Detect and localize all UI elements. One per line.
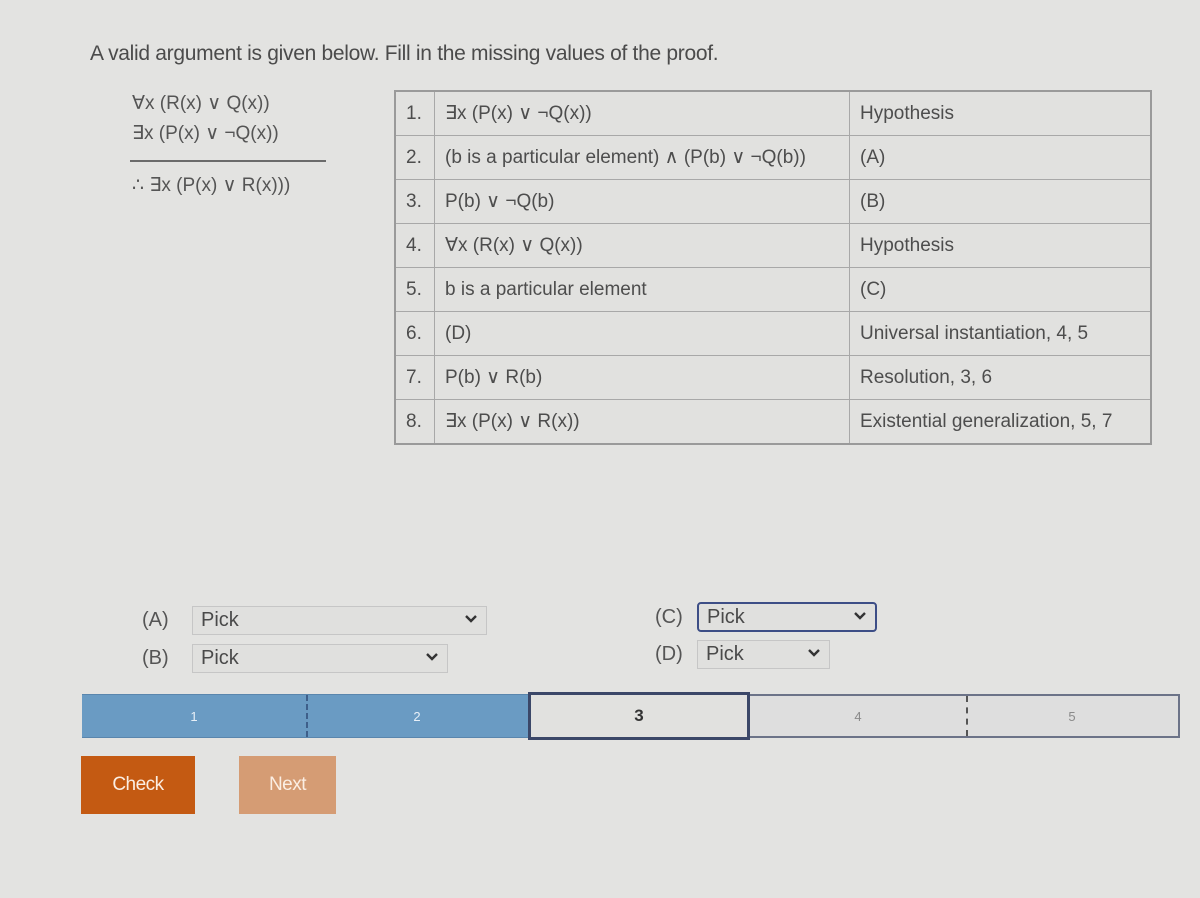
- progress-step-label: 1: [190, 708, 198, 724]
- pick-d-select[interactable]: Pick: [697, 640, 830, 669]
- instructions: A valid argument is given below. Fill in…: [90, 42, 719, 65]
- step-number: 4.: [394, 223, 435, 268]
- pick-c-select[interactable]: Pick: [697, 602, 877, 632]
- pick-b-label: (B): [142, 647, 169, 669]
- pick-d-value: Pick: [706, 643, 744, 665]
- step-statement: ∀x (R(x) ∨ Q(x)): [434, 223, 850, 268]
- step-number: 3.: [394, 179, 435, 224]
- check-button[interactable]: Check: [81, 756, 195, 814]
- step-number: 1.: [394, 90, 435, 136]
- step-reason: (A): [849, 135, 1152, 180]
- step-number: 5.: [394, 267, 435, 312]
- premise-1: ∀x (R(x) ∨ Q(x)): [132, 93, 270, 114]
- step-reason: Existential generalization, 5, 7: [849, 399, 1152, 445]
- pick-c-value: Pick: [707, 606, 745, 628]
- step-reason: Resolution, 3, 6: [849, 355, 1152, 400]
- chevron-down-icon: [808, 649, 820, 657]
- step-statement: (b is a particular element) ∧ (P(b) ∨ ¬Q…: [434, 135, 850, 180]
- step-statement: ∃x (P(x) ∨ ¬Q(x)): [434, 90, 850, 136]
- pick-a-row: (A) Pick: [142, 606, 487, 635]
- proof-row: 5. b is a particular element (C): [394, 267, 1152, 312]
- step-reason: (B): [849, 179, 1152, 224]
- chevron-down-icon: [426, 653, 438, 661]
- step-reason: Hypothesis: [849, 223, 1152, 268]
- step-statement: b is a particular element: [434, 267, 850, 312]
- progress-step-label: 3: [634, 706, 644, 725]
- pick-a-select[interactable]: Pick: [192, 606, 487, 635]
- step-number: 6.: [394, 311, 435, 356]
- step-reason: (C): [849, 267, 1152, 312]
- pick-c-label: (C): [655, 605, 683, 628]
- next-button[interactable]: Next: [239, 756, 336, 814]
- proof-row: 7. P(b) ∨ R(b) Resolution, 3, 6: [394, 355, 1152, 400]
- chevron-down-icon: [465, 615, 477, 623]
- argument: ∀x (R(x) ∨ Q(x)) ∃x (P(x) ∨ ¬Q(x)) ∴ ∃x …: [130, 90, 326, 197]
- pick-c-row: (C) Pick: [655, 602, 877, 632]
- progress-step-label: 4: [854, 708, 862, 724]
- chevron-down-icon: [854, 612, 866, 620]
- proof-row: 3. P(b) ∨ ¬Q(b) (B): [394, 179, 1152, 224]
- pick-d-label: (D): [655, 643, 683, 665]
- step-statement: (D): [434, 311, 850, 356]
- step-reason: Hypothesis: [849, 90, 1152, 136]
- pick-b-row: (B) Pick: [142, 644, 448, 673]
- proof-row: 8. ∃x (P(x) ∨ R(x)) Existential generali…: [394, 399, 1152, 445]
- proof-row: 2. (b is a particular element) ∧ (P(b) ∨…: [394, 135, 1152, 180]
- progress-bar: 1 2 3 4 5: [82, 692, 1180, 740]
- proof-table: 1. ∃x (P(x) ∨ ¬Q(x)) Hypothesis 2. (b is…: [394, 90, 1152, 445]
- progress-step-label: 5: [1068, 708, 1076, 724]
- pick-a-value: Pick: [201, 609, 239, 631]
- step-number: 7.: [394, 355, 435, 400]
- step-reason: Universal instantiation, 4, 5: [849, 311, 1152, 356]
- proof-row: 4. ∀x (R(x) ∨ Q(x)) Hypothesis: [394, 223, 1152, 268]
- pick-b-select[interactable]: Pick: [192, 644, 448, 673]
- progress-step-3[interactable]: 3: [528, 692, 750, 740]
- pick-a-label: (A): [142, 609, 169, 631]
- argument-divider: [130, 160, 326, 162]
- step-statement: P(b) ∨ R(b): [434, 355, 850, 400]
- proof-row: 6. (D) Universal instantiation, 4, 5: [394, 311, 1152, 356]
- proof-row: 1. ∃x (P(x) ∨ ¬Q(x)) Hypothesis: [394, 90, 1152, 136]
- progress-step-4[interactable]: 4: [750, 694, 966, 738]
- premise-2: ∃x (P(x) ∨ ¬Q(x)): [132, 123, 279, 144]
- step-number: 2.: [394, 135, 435, 180]
- step-number: 8.: [394, 399, 435, 445]
- progress-step-label: 2: [413, 708, 421, 724]
- step-statement: ∃x (P(x) ∨ R(x)): [434, 399, 850, 445]
- pick-b-value: Pick: [201, 647, 239, 669]
- conclusion: ∴ ∃x (P(x) ∨ R(x))): [132, 175, 291, 196]
- progress-step-1[interactable]: 1: [82, 694, 306, 738]
- progress-step-5[interactable]: 5: [966, 694, 1180, 738]
- progress-step-2[interactable]: 2: [306, 694, 528, 738]
- step-statement: P(b) ∨ ¬Q(b): [434, 179, 850, 224]
- pick-d-row: (D) Pick: [655, 640, 830, 669]
